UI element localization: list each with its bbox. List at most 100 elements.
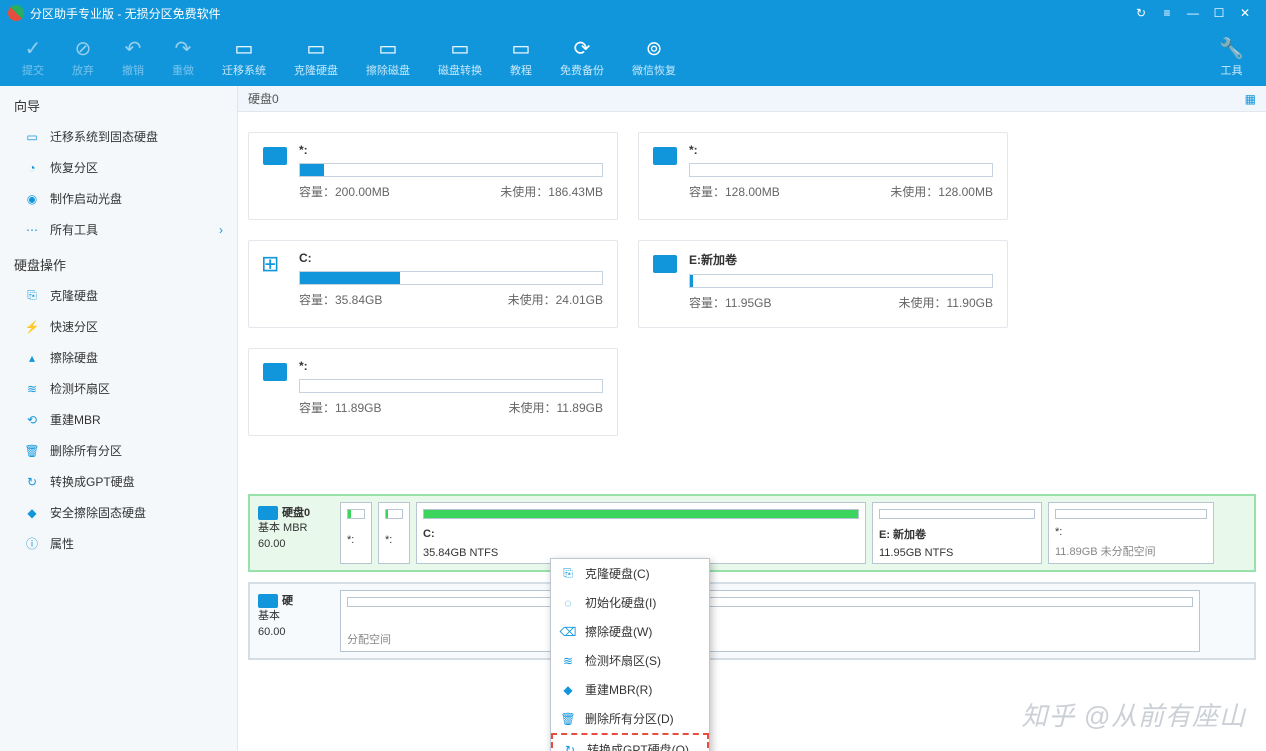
usage-bar xyxy=(689,274,993,288)
wizard-item-0[interactable]: ▭迁移系统到固态硬盘 xyxy=(0,121,237,152)
discard-button[interactable]: ⊘放弃 xyxy=(58,26,108,86)
minimize-icon[interactable]: — xyxy=(1180,0,1206,26)
redo-button[interactable]: ↷重做 xyxy=(158,26,208,86)
context-item-2[interactable]: ⌫擦除硬盘(W) xyxy=(551,617,709,646)
context-item-6[interactable]: ↻转换成GPT硬盘(O) xyxy=(551,733,709,751)
commit-button[interactable]: ✓提交 xyxy=(8,26,58,86)
sidebar-wizard-heading: 向导 xyxy=(0,86,237,121)
disk-icon xyxy=(258,594,278,608)
usage-bar xyxy=(689,163,993,177)
diskop-item-0[interactable]: ⎘ 克隆硬盘 xyxy=(0,280,237,311)
gpt-icon: ↻ xyxy=(24,474,40,490)
capacity-label: 容量：35.84GB xyxy=(299,291,382,308)
disk-segment-2[interactable]: C:35.84GB NTFS xyxy=(416,502,866,564)
convert-button[interactable]: ▭磁盘转换 xyxy=(424,26,496,86)
usage-bar xyxy=(299,379,603,393)
segment-name: *: xyxy=(385,534,403,546)
context-label: 转换成GPT硬盘(O) xyxy=(587,741,689,751)
backup-button[interactable]: ⟳免费备份 xyxy=(546,26,618,86)
partition-card-4[interactable]: *:容量：11.89GB未使用：11.89GB xyxy=(248,348,618,436)
context-label: 检测坏扇区(S) xyxy=(585,652,661,669)
sidebar-item-label: 检测坏扇区 xyxy=(50,380,110,397)
context-label: 擦除硬盘(W) xyxy=(585,623,652,640)
diskop-item-6[interactable]: ↻转换成GPT硬盘 xyxy=(0,466,237,497)
diskop-item-3[interactable]: ≋检测坏扇区 xyxy=(0,373,237,404)
context-icon: ◆ xyxy=(559,683,577,697)
partition-card-3[interactable]: E:新加卷容量：11.95GB未使用：11.90GB xyxy=(638,240,1008,328)
wizard-item-1[interactable]: ◔恢复分区 xyxy=(0,152,237,183)
segment-name: *: xyxy=(347,534,365,546)
wipe-button[interactable]: ▭擦除磁盘 xyxy=(352,26,424,86)
diskop-item-8[interactable]: ⓘ属性 xyxy=(0,528,237,559)
unused-label: 未使用：11.89GB xyxy=(509,399,603,416)
sidebar-item-label: 安全擦除固态硬盘 xyxy=(50,504,146,521)
context-item-4[interactable]: ◆重建MBR(R) xyxy=(551,675,709,704)
diskop-item-5[interactable]: 🗑 删除所有分区 xyxy=(0,435,237,466)
context-item-1[interactable]: ◌初始化硬盘(I) xyxy=(551,588,709,617)
capacity-label: 容量：200.00MB xyxy=(299,183,390,200)
segment-detail: 分配空间 xyxy=(347,631,1193,647)
undo-button[interactable]: ↶撤销 xyxy=(108,26,158,86)
segment-detail: 11.95GB NTFS xyxy=(879,547,1035,559)
migrate-icon: ▭ xyxy=(24,129,40,145)
content-area: 硬盘0 ▦ *:容量：200.00MB未使用：186.43MB*:容量：128.… xyxy=(238,86,1266,751)
tutorial-button[interactable]: ▭教程 xyxy=(496,26,546,86)
diskop-item-2[interactable]: ▴擦除硬盘 xyxy=(0,342,237,373)
toolbar: ✓提交 ⊘放弃 ↶撤销 ↷重做 ▭迁移系统 ▭克隆硬盘 ▭擦除磁盘 ▭磁盘转换 … xyxy=(0,26,1266,86)
refresh-icon[interactable]: ↻ xyxy=(1128,0,1154,26)
unused-label: 未使用：128.00MB xyxy=(890,183,993,200)
disk-segment-0[interactable]: *: xyxy=(340,502,372,564)
sidebar-item-label: 所有工具 xyxy=(50,221,98,238)
disk-row-1[interactable]: 硬基本60.00 分配空间 xyxy=(248,582,1256,660)
close-icon[interactable]: ✕ xyxy=(1232,0,1258,26)
wechat-button[interactable]: ⊚微信恢复 xyxy=(618,26,690,86)
disk-segment-4[interactable]: *:11.89GB 未分配空间 xyxy=(1048,502,1214,564)
segment-bar xyxy=(385,509,403,519)
disk-row-0[interactable]: 硬盘0基本 MBR60.00*:*:C:35.84GB NTFSE: 新加卷11… xyxy=(248,494,1256,572)
tools-button[interactable]: 🔧工具 xyxy=(1205,26,1258,86)
clone-icon: ⎘ xyxy=(24,288,40,304)
wizard-item-2[interactable]: ◉制作启动光盘 xyxy=(0,183,237,214)
partition-name: E:新加卷 xyxy=(689,251,993,268)
segment-bar xyxy=(347,597,1193,607)
partition-card-0[interactable]: *:容量：200.00MB未使用：186.43MB xyxy=(248,132,618,220)
context-item-0[interactable]: ⎘克隆硬盘(C) xyxy=(551,559,709,588)
segment-bar xyxy=(879,509,1035,519)
delall-icon: 🗑 xyxy=(24,443,40,459)
capacity-label: 容量：11.95GB xyxy=(689,294,771,311)
bootcd-icon: ◉ xyxy=(24,191,40,207)
disk-segment-1[interactable]: *: xyxy=(378,502,410,564)
context-icon: ⎘ xyxy=(559,566,577,581)
view-toggle-icon[interactable]: ▦ xyxy=(1245,92,1256,106)
sidebar-item-label: 克隆硬盘 xyxy=(50,287,98,304)
diskop-item-1[interactable]: ⚡快速分区 xyxy=(0,311,237,342)
sidebar-item-label: 删除所有分区 xyxy=(50,442,122,459)
usage-bar xyxy=(299,163,603,177)
disk-segment-0[interactable]: 分配空间 xyxy=(340,590,1200,652)
migrate-button[interactable]: ▭迁移系统 xyxy=(208,26,280,86)
app-logo-icon xyxy=(8,5,24,21)
clone-button[interactable]: ▭克隆硬盘 xyxy=(280,26,352,86)
context-menu: ⎘克隆硬盘(C)◌初始化硬盘(I)⌫擦除硬盘(W) ≋ 检测坏扇区(S) ◆重建MBR… xyxy=(550,558,710,751)
diskop-item-4[interactable]: ⟲ 重建MBR xyxy=(0,404,237,435)
context-item-5[interactable]: 🗑删除所有分区(D) xyxy=(551,704,709,733)
sidebar-disk-heading: 硬盘操作 xyxy=(0,245,237,280)
partition-card-1[interactable]: *:容量：128.00MB未使用：128.00MB xyxy=(638,132,1008,220)
disk-segment-3[interactable]: E: 新加卷11.95GB NTFS xyxy=(872,502,1042,564)
partition-name: *: xyxy=(299,143,603,157)
mbr-icon: ⟲ xyxy=(24,412,40,428)
menu-icon[interactable]: ≡ xyxy=(1154,0,1180,26)
sidebar-item-label: 属性 xyxy=(50,535,74,552)
context-icon: ≋ xyxy=(559,654,577,668)
window-title: 分区助手专业版 - 无损分区免费软件 xyxy=(30,5,1128,22)
context-item-3[interactable]: ≋ 检测坏扇区(S) xyxy=(551,646,709,675)
diskop-item-7[interactable]: ◆安全擦除固态硬盘 xyxy=(0,497,237,528)
wizard-item-3[interactable]: ⋯所有工具› xyxy=(0,214,237,245)
sidebar-item-label: 重建MBR xyxy=(50,411,101,428)
disk-label: 硬基本60.00 xyxy=(256,590,334,652)
wipe-icon: ▴ xyxy=(24,350,40,366)
maximize-icon[interactable]: ☐ xyxy=(1206,0,1232,26)
partition-name: *: xyxy=(689,143,993,157)
partition-name: C: xyxy=(299,251,603,265)
partition-card-2[interactable]: C:容量：35.84GB未使用：24.01GB xyxy=(248,240,618,328)
